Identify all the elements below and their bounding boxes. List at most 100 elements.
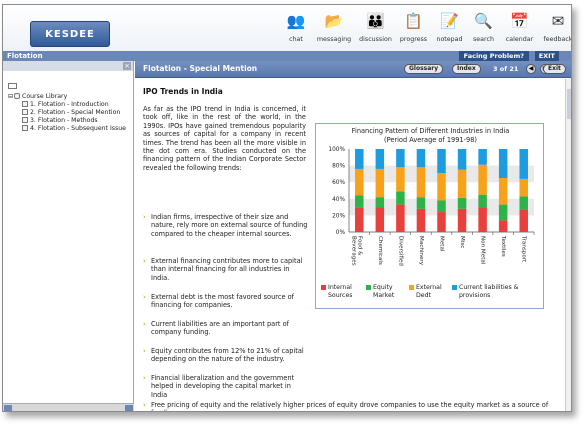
toolbar-label: notepad: [436, 36, 463, 43]
bar-segment: [478, 194, 487, 208]
bullet-item: › Equity contributes from 12% to 21% of c…: [143, 347, 308, 364]
bar-segment: [498, 220, 508, 232]
toolbar-messaging-button[interactable]: 📂 messaging: [314, 10, 354, 50]
messaging-icon: 📂: [324, 12, 344, 30]
toolbar-feedback-button[interactable]: ✉ feedback: [541, 10, 572, 50]
x-tick-label: Textiles: [500, 235, 506, 257]
page-icon: [22, 109, 28, 115]
bar-segment: [437, 149, 446, 174]
library-book-icon: [8, 83, 17, 89]
bullet-arrow-icon: ›: [143, 293, 146, 301]
y-tick-label: 20%: [332, 213, 345, 219]
header: KESDEE 👥 chat 📂 messaging 👪 discussion 📋 progre…: [3, 5, 571, 51]
horizontal-scrollbar[interactable]: [3, 403, 134, 411]
chart-plot: 0% 20% 40% 60% 80% 100% Food &Beverages Chemica…: [328, 147, 535, 266]
legend-item: Current liabilities & provisions: [452, 284, 531, 299]
legend-label: Current liabilities & provisions: [459, 284, 519, 299]
tree-root[interactable]: ⊟ Course Library: [8, 92, 133, 100]
x-tick-label: Transport: [521, 235, 527, 263]
toolbar-progress-button[interactable]: 📋 progress: [397, 10, 430, 50]
legend-swatch: [409, 285, 414, 290]
bar-segment: [519, 196, 528, 210]
collapse-icon[interactable]: ⊟: [8, 93, 13, 100]
tree-item[interactable]: 4. Flotation - Subsequent Issue: [8, 124, 133, 132]
page-icon: [22, 125, 28, 131]
glossary-button[interactable]: Glossary: [404, 64, 444, 74]
x-tick-label: Metal: [439, 236, 445, 252]
bar-segment: [519, 178, 528, 197]
y-tick-label: 60%: [332, 180, 345, 186]
bar-segment: [457, 208, 467, 232]
bar-segment: [498, 149, 508, 179]
chart-legend: Internal Sources Equity Market External De…: [321, 284, 539, 299]
tree-item-label: 4. Flotation - Subsequent Issue: [30, 124, 126, 132]
bullet-text: Equity contributes from 12% to 21% of ca…: [151, 347, 304, 364]
scroll-left-icon[interactable]: [4, 405, 12, 411]
scroll-thumb[interactable]: [567, 89, 571, 119]
notepad-icon: 📝: [440, 12, 459, 30]
bar-segment: [355, 207, 364, 232]
tree-item[interactable]: 3. Flotation - Methods: [8, 116, 133, 124]
bullet-item: › Financial liberalization and the govern…: [143, 374, 308, 399]
index-button[interactable]: Index: [452, 64, 481, 74]
main-panel: Flotation - Special Mention Glossary Ind…: [135, 61, 571, 411]
search-icon: 🔍: [474, 12, 493, 30]
close-panel-icon[interactable]: ×: [123, 62, 131, 70]
legend-label: Equity Market: [373, 284, 395, 299]
bar-segment: [396, 191, 405, 205]
legend-swatch: [321, 285, 326, 290]
bar-segment: [457, 197, 467, 209]
bullet-item: › Indian firms, irrespective of their siz…: [143, 213, 308, 238]
bar-segment: [375, 149, 385, 169]
bar-segment: [416, 149, 426, 168]
toolbar: 👥 chat 📂 messaging 👪 discussion 📋 progress 📝 note…: [281, 10, 572, 50]
bar-segment: [355, 168, 364, 196]
page-title: Flotation - Special Mention: [143, 64, 258, 73]
page-counter: 3 of 21: [493, 65, 519, 73]
vertical-scrollbar[interactable]: [565, 79, 571, 411]
toolbar-label: calendar: [505, 36, 534, 43]
y-tick-label: 100%: [328, 147, 345, 153]
x-tick-label: Misc: [459, 236, 465, 248]
toolbar-label: search: [473, 36, 494, 43]
tree-item[interactable]: 1. Flotation - Introduction: [8, 100, 133, 108]
bullet-arrow-icon: ›: [143, 320, 146, 328]
financing-chart: Financing Pattern of Different Industrie…: [315, 123, 544, 309]
content-area: IPO Trends in India As far as the IPO tr…: [135, 79, 565, 411]
toolbar-label: progress: [399, 36, 428, 43]
x-tick-label: Non Metal: [480, 236, 486, 265]
tree-item[interactable]: 2. Flotation - Special Mention: [8, 108, 133, 116]
scroll-right-icon[interactable]: [125, 405, 133, 411]
bar-segment: [519, 209, 528, 232]
tree-item-label: 3. Flotation - Methods: [30, 116, 98, 124]
bullet-text: Financial liberalization and the governm…: [151, 374, 295, 399]
toolbar-label: discussion: [359, 36, 392, 43]
bar-segment: [519, 149, 528, 179]
toolbar-search-button[interactable]: 🔍 search: [469, 10, 498, 50]
toolbar-notepad-button[interactable]: 📝 notepad: [433, 10, 466, 50]
legend-swatch: [452, 285, 457, 290]
toolbar-label: feedback: [543, 36, 572, 43]
bar-segment: [498, 204, 508, 221]
facing-problem-button[interactable]: Facing Problem?: [458, 51, 529, 61]
prev-page-icon[interactable]: ◀: [526, 64, 536, 74]
bar-segment: [375, 207, 385, 232]
toolbar-label: messaging: [316, 36, 352, 43]
tree-item-label: 1. Flotation - Introduction: [30, 100, 109, 108]
legend-label: Internal Sources: [328, 284, 353, 299]
bar-segment: [457, 149, 467, 170]
chat-icon: 👥: [286, 12, 306, 30]
exit-button[interactable]: Exit: [543, 64, 566, 74]
legend-label: External Dedt: [416, 284, 442, 299]
bar-segment: [396, 204, 405, 232]
tree-item-label: 2. Flotation - Special Mention: [30, 108, 121, 116]
toolbar-chat-button[interactable]: 👥 chat: [281, 10, 311, 50]
bar-segment: [437, 173, 446, 201]
toolbar-calendar-button[interactable]: 📅 calendar: [501, 10, 538, 50]
page-icon: [22, 101, 28, 107]
course-tree: ⊟ Course Library 1. Flotation - Introduc…: [3, 71, 133, 132]
exit-top-button[interactable]: EXIT: [534, 51, 559, 61]
toolbar-discussion-button[interactable]: 👪 discussion: [357, 10, 394, 50]
logo: KESDEE: [30, 21, 110, 47]
bar-segment: [498, 178, 508, 205]
